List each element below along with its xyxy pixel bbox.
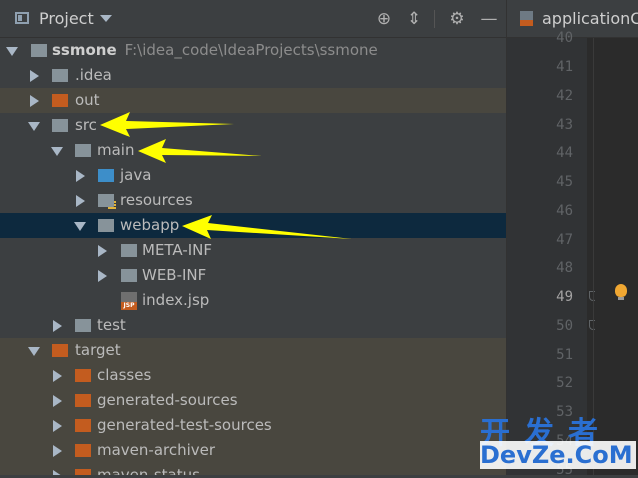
line-number: 46 [556, 203, 573, 219]
line-number: 51 [556, 347, 573, 363]
project-panel: Project ⊕ ⇕ ⚙ — ssmone F:\idea_code\IdeaP… [0, 0, 506, 475]
line-number: 41 [556, 59, 573, 75]
annotation-arrow-webapp [182, 215, 352, 239]
line-number-current: 49 [556, 289, 573, 305]
annotation-arrow-main [138, 139, 262, 163]
line-number: 50 [556, 318, 573, 334]
annotation-arrow-src [100, 112, 234, 137]
annotation-arrows [100, 112, 352, 239]
line-number: 47 [556, 232, 573, 248]
editor-tab-label: applicationCo [542, 9, 638, 28]
watermark-bottom: DevZe.CoM [480, 441, 636, 469]
lightbulb-icon[interactable] [615, 284, 627, 300]
editor-area: applicationCo 40 41 42 43 44 45 46 47 48… [506, 0, 638, 478]
line-number: 42 [556, 88, 573, 104]
line-number: 44 [556, 145, 573, 161]
line-number: 48 [556, 260, 573, 276]
xml-file-icon [520, 11, 533, 26]
line-number: 43 [556, 117, 573, 133]
watermark: 开发者 DevZe.CoM [480, 408, 636, 472]
line-number: 52 [556, 375, 573, 391]
line-number: 45 [556, 174, 573, 190]
line-number: 40 [556, 30, 573, 46]
